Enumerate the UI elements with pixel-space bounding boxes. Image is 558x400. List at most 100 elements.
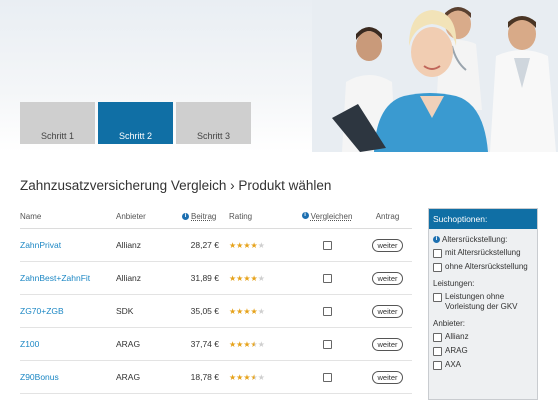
option-provider-allianz[interactable]: Allianz [433, 332, 533, 342]
option-provider-axa[interactable]: AXA [433, 360, 533, 370]
provider-cell: Allianz [116, 273, 142, 283]
product-name-cell: Z100 [20, 339, 116, 349]
star-icon: ★ [250, 274, 258, 283]
price-cell: 28,27 € [190, 240, 219, 250]
section-label-age-reserve: i Altersrückstellung: [433, 235, 533, 244]
header-price[interactable]: i Beitrag [172, 212, 229, 221]
compare-cell [291, 273, 363, 283]
step-1-tab[interactable]: Schritt 1 [20, 102, 95, 144]
checkbox[interactable] [433, 293, 442, 302]
weiter-button[interactable]: weiter [372, 370, 403, 384]
star-icon: ★ [257, 307, 265, 316]
info-icon[interactable]: i [433, 236, 440, 244]
star-icon: ★ [250, 340, 258, 349]
star-icon: ★ [243, 274, 251, 283]
option-no-gkv-prepayment[interactable]: Leistungen ohne Vorleistung der GKV [433, 292, 533, 312]
weiter-button[interactable]: weiter [372, 337, 403, 351]
header-name: Name [20, 211, 42, 221]
section-label-benefits: Leistungen: [433, 279, 475, 288]
table-body: ZahnPrivat Allianz 28,27 € ★★★★★ weiter ZahnB… [20, 229, 412, 394]
product-name-cell: ZahnPrivat [20, 240, 116, 250]
header-rating: Rating [229, 211, 253, 221]
product-table: Name Anbieter i Beitrag Rating i Vergleich… [20, 204, 412, 394]
page-title: Zahnzusatzversicherung Vergleich › Produ… [20, 178, 332, 193]
checkbox[interactable] [433, 333, 442, 342]
apply-cell: weiter [363, 271, 412, 285]
rating-stars: ★★★★★ [229, 372, 291, 382]
star-icon: ★ [257, 274, 265, 283]
table-row: ZahnPrivat Allianz 28,27 € ★★★★★ weiter [20, 229, 412, 262]
price-cell: 35,05 € [190, 306, 219, 316]
star-icon: ★ [257, 373, 265, 382]
product-name-cell: ZG70+ZGB [20, 306, 116, 316]
apply-cell: weiter [363, 370, 412, 384]
star-icon: ★ [257, 241, 265, 250]
header-provider: Anbieter [116, 211, 146, 221]
product-link[interactable]: ZahnBest+ZahnFit [20, 273, 90, 283]
info-icon[interactable]: i [182, 212, 189, 220]
weiter-button[interactable]: weiter [372, 304, 403, 318]
star-icon: ★ [243, 340, 251, 349]
rating-stars: ★★★★★ [229, 339, 291, 349]
provider-cell: ARAG [116, 372, 141, 382]
compare-checkbox[interactable] [322, 273, 332, 283]
option-with-reserve[interactable]: mit Altersrückstellung [433, 248, 533, 258]
checkbox[interactable] [433, 263, 442, 272]
product-link[interactable]: ZahnPrivat [20, 240, 61, 250]
star-icon: ★ [243, 373, 251, 382]
header-apply: Antrag [375, 211, 400, 221]
option-without-reserve[interactable]: ohne Altersrückstellung [433, 262, 533, 272]
option-provider-arag[interactable]: ARAG [433, 346, 533, 356]
header-compare[interactable]: i Vergleichen [291, 211, 363, 221]
compare-checkbox[interactable] [322, 240, 332, 250]
table-header: Name Anbieter i Beitrag Rating i Vergleich… [20, 204, 412, 229]
star-icon: ★ [243, 307, 251, 316]
star-icon: ★ [257, 340, 265, 349]
checkbox[interactable] [433, 347, 442, 356]
price-cell: 18,78 € [190, 372, 219, 382]
info-icon[interactable]: i [301, 211, 309, 219]
product-link[interactable]: ZG70+ZGB [20, 306, 64, 316]
product-name-cell: Z90Bonus [20, 372, 116, 382]
weiter-button[interactable]: weiter [372, 271, 403, 285]
rating-stars: ★★★★★ [229, 306, 291, 316]
product-link[interactable]: Z90Bonus [20, 372, 59, 382]
product-name-cell: ZahnBest+ZahnFit [20, 273, 116, 283]
step-2-tab[interactable]: Schritt 2 [98, 102, 173, 144]
star-icon: ★ [250, 241, 258, 250]
header-banner: Schritt 1 Schritt 2 Schritt 3 [0, 0, 558, 152]
product-link[interactable]: Z100 [20, 339, 39, 349]
checkbox[interactable] [433, 249, 442, 258]
wizard-steps: Schritt 1 Schritt 2 Schritt 3 [20, 102, 251, 144]
weiter-button[interactable]: weiter [372, 238, 403, 252]
apply-cell: weiter [363, 337, 412, 351]
compare-cell [291, 306, 363, 316]
apply-cell: weiter [363, 238, 412, 252]
table-row: ZG70+ZGB SDK 35,05 € ★★★★★ weiter [20, 295, 412, 328]
compare-cell [291, 372, 363, 382]
star-icon: ★ [243, 241, 251, 250]
compare-cell [291, 240, 363, 250]
table-row: ZahnBest+ZahnFit Allianz 31,89 € ★★★★★ weite… [20, 262, 412, 295]
panel-title: Suchoptionen: [429, 209, 537, 229]
table-row: Z100 ARAG 37,74 € ★★★★★ weiter [20, 328, 412, 361]
step-3-tab[interactable]: Schritt 3 [176, 102, 251, 144]
compare-checkbox[interactable] [322, 372, 332, 382]
price-cell: 31,89 € [190, 273, 219, 283]
compare-checkbox[interactable] [322, 306, 332, 316]
table-row: Z90Bonus ARAG 18,78 € ★★★★★ weiter [20, 361, 412, 394]
provider-cell: ARAG [116, 339, 141, 349]
section-label-providers: Anbieter: [433, 319, 466, 328]
star-icon: ★ [250, 373, 258, 382]
doctors-photo [312, 0, 558, 152]
compare-checkbox[interactable] [322, 339, 332, 349]
compare-cell [291, 339, 363, 349]
rating-stars: ★★★★★ [229, 273, 291, 283]
rating-stars: ★★★★★ [229, 240, 291, 250]
star-icon: ★ [250, 307, 258, 316]
price-cell: 37,74 € [190, 339, 219, 349]
apply-cell: weiter [363, 304, 412, 318]
checkbox[interactable] [433, 361, 442, 370]
provider-cell: SDK [116, 306, 134, 316]
search-options-panel: Suchoptionen: i Altersrückstellung: mit A… [428, 208, 538, 400]
